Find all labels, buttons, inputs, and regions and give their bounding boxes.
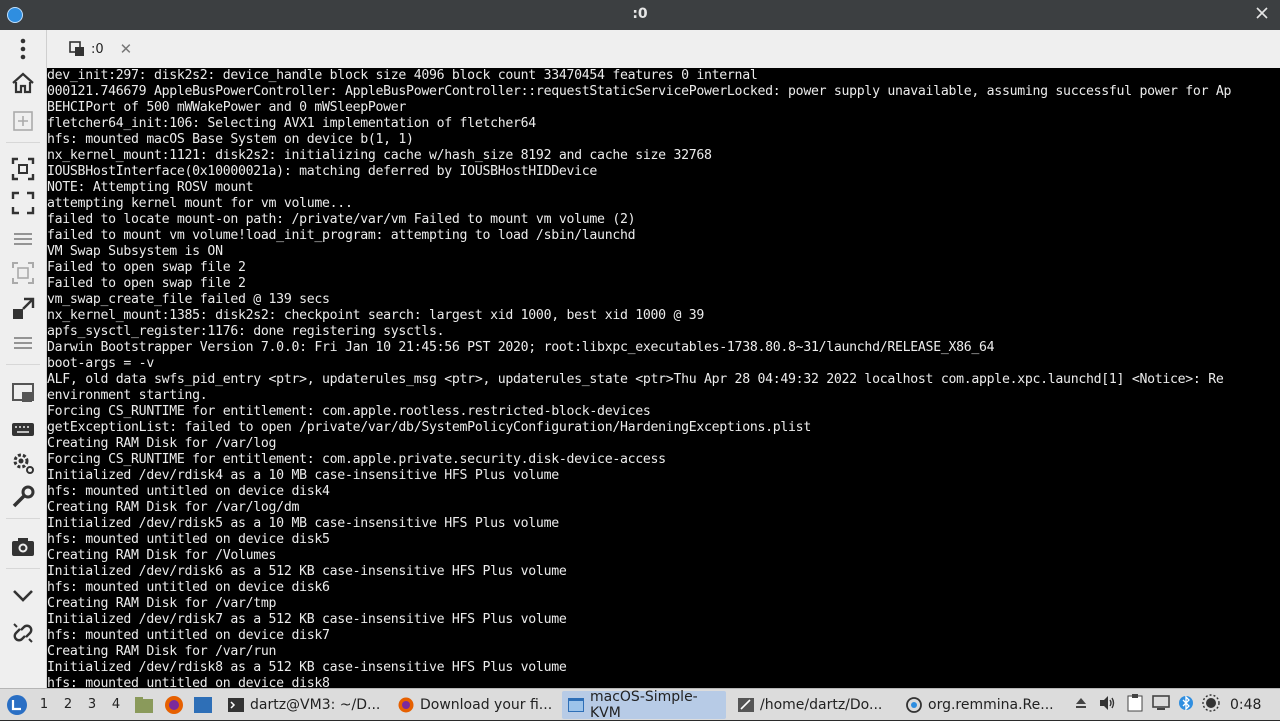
terminal-line: Creating RAM Disk for /var/log/dm [47,500,300,515]
window-mode-icon[interactable] [7,378,39,408]
terminal-line: Failed to open swap file 2 [47,260,246,275]
task-label: macOS-Simple-KVM [590,689,698,721]
multi-monitor-icon[interactable] [7,328,39,358]
terminal-line: hfs: mounted untitled on device disk8 [47,676,330,688]
task-firefox[interactable]: Download your fi... [392,691,558,719]
window-tab-icon [69,41,84,56]
eject-icon[interactable] [1070,695,1092,715]
remmina-icon [906,697,922,713]
terminal-line: fletcher64_init:106: Selecting AVX1 impl… [47,116,536,131]
task-remmina[interactable]: org.remmina.Re... [900,691,1062,719]
fit-window-icon[interactable] [7,154,39,184]
task-macos-kvm[interactable]: macOS-Simple-KVM [562,689,726,721]
terminal-line: environment starting. [47,388,208,403]
task-label: /home/dartz/Do... [760,697,883,713]
tools-icon[interactable] [7,482,39,512]
remote-terminal-screen[interactable]: dev_init:297: disk2s2: device_handle blo… [47,68,1280,688]
terminal-line: failed to mount vm volume!load_init_prog… [47,228,636,243]
terminal-line: NOTE: Attempting ROSV mount [47,180,254,195]
scale-icon[interactable] [7,258,39,288]
terminal-line: getExceptionList: failed to open /privat… [47,420,811,435]
terminal-line: hfs: mounted untitled on device disk4 [47,484,330,499]
fullscreen-icon[interactable] [7,188,39,218]
editor-icon [738,698,754,712]
tab-label: :0 [91,41,104,57]
new-connection-icon[interactable] [7,106,39,136]
window-icon [568,698,584,712]
display-icon[interactable] [1148,695,1174,715]
terminal-line: Creating RAM Disk for /var/log [47,436,277,451]
terminal-line: BEHCIPort of 500 mWWakePower and 0 mWSle… [47,100,407,115]
home-icon[interactable] [7,68,39,98]
tab-connection[interactable]: :0 ✕ [59,34,177,64]
terminal-line: Forcing CS_RUNTIME for entitlement: com.… [47,452,666,467]
terminal-line: Darwin Bootstrapper Version 7.0.0: Fri J… [47,340,995,355]
workspace-2[interactable]: 2 [56,697,80,712]
terminal-line: VM Swap Subsystem is ON [47,244,223,259]
network-icon[interactable] [1198,694,1224,716]
terminal-line: boot-args = -v [47,356,154,371]
minimize-icon[interactable] [7,580,39,610]
menu-icon[interactable] [7,34,39,64]
workspace-3[interactable]: 3 [80,697,104,712]
terminal-icon [228,698,244,712]
disconnect-icon[interactable] [7,618,39,648]
file-manager-launcher-icon[interactable] [134,689,154,720]
terminal-line: Initialized /dev/rdisk6 as a 512 KB case… [47,564,567,579]
toggle-view-icon[interactable] [7,224,39,254]
system-tray: 0:48 [1070,693,1261,717]
terminal-line: Creating RAM Disk for /Volumes [47,548,277,563]
keyboard-icon[interactable] [7,414,39,444]
terminal-line: failed to locate mount-on path: /private… [47,212,636,227]
dynamic-resize-icon[interactable] [7,294,39,324]
window-title: :0 [632,6,648,22]
terminal-line: Creating RAM Disk for /var/run [47,644,277,659]
terminal-line: apfs_sysctl_register:1176: done register… [47,324,445,339]
tab-strip: :0 ✕ [47,30,1280,68]
preferences-icon[interactable] [7,448,39,478]
terminal-line: Failed to open swap file 2 [47,276,246,291]
terminal-line: Initialized /dev/rdisk8 as a 512 KB case… [47,660,567,675]
workspace-switcher: 1 2 3 4 [32,689,128,720]
terminal-line: 000121.746679 AppleBusPowerController: A… [47,84,1232,99]
desktop-launcher-icon[interactable] [193,689,213,720]
screenshot-icon[interactable] [7,532,39,562]
terminal-line: IOUSBHostInterface(0x10000021a): matchin… [47,164,598,179]
terminal-line: hfs: mounted untitled on device disk7 [47,628,330,643]
terminal-line: dev_init:297: disk2s2: device_handle blo… [47,68,758,83]
workspace-4[interactable]: 4 [104,697,128,712]
terminal-output: dev_init:297: disk2s2: device_handle blo… [47,68,1231,688]
terminal-line: Forcing CS_RUNTIME for entitlement: com.… [47,404,651,419]
terminal-line: Initialized /dev/rdisk5 as a 10 MB case-… [47,516,559,531]
tab-close-icon[interactable]: ✕ [120,40,133,58]
terminal-line: Initialized /dev/rdisk7 as a 512 KB case… [47,612,567,627]
firefox-launcher-icon[interactable] [164,689,184,720]
window-titlebar: :0 [0,0,1280,30]
terminal-line: Initialized /dev/rdisk4 as a 10 MB case-… [47,468,559,483]
terminal-line: vm_swap_create_file failed @ 139 secs [47,292,330,307]
terminal-line: hfs: mounted macOS Base System on device… [47,132,414,147]
task-terminal[interactable]: dartz@VM3: ~/D... [222,691,382,719]
clock[interactable]: 0:48 [1230,697,1261,713]
start-menu-icon[interactable] [6,689,30,720]
bluetooth-icon[interactable] [1174,694,1198,716]
task-label: dartz@VM3: ~/D... [250,697,381,713]
volume-icon[interactable] [1092,695,1122,715]
task-editor[interactable]: /home/dartz/Do... [732,691,894,719]
task-label: Download your fi... [420,697,553,713]
terminal-line: attempting kernel mount for vm volume... [47,196,353,211]
terminal-line: nx_kernel_mount:1385: disk2s2: checkpoin… [47,308,705,323]
task-label: org.remmina.Re... [928,697,1054,713]
terminal-line: Creating RAM Disk for /var/tmp [47,596,277,611]
remmina-toolbar [0,30,47,688]
terminal-line: hfs: mounted untitled on device disk5 [47,532,330,547]
clipboard-icon[interactable] [1122,694,1148,716]
firefox-icon [398,697,414,713]
terminal-line: nx_kernel_mount:1121: disk2s2: initializ… [47,148,712,163]
window-close-icon[interactable] [1252,5,1272,25]
terminal-line: hfs: mounted untitled on device disk6 [47,580,330,595]
terminal-line: ALF, old data swfs_pid_entry <ptr>, upda… [47,372,1224,387]
taskbar: 1 2 3 4 dartz@VM3: ~/D... Download your … [0,688,1280,721]
workspace-1[interactable]: 1 [32,697,56,712]
